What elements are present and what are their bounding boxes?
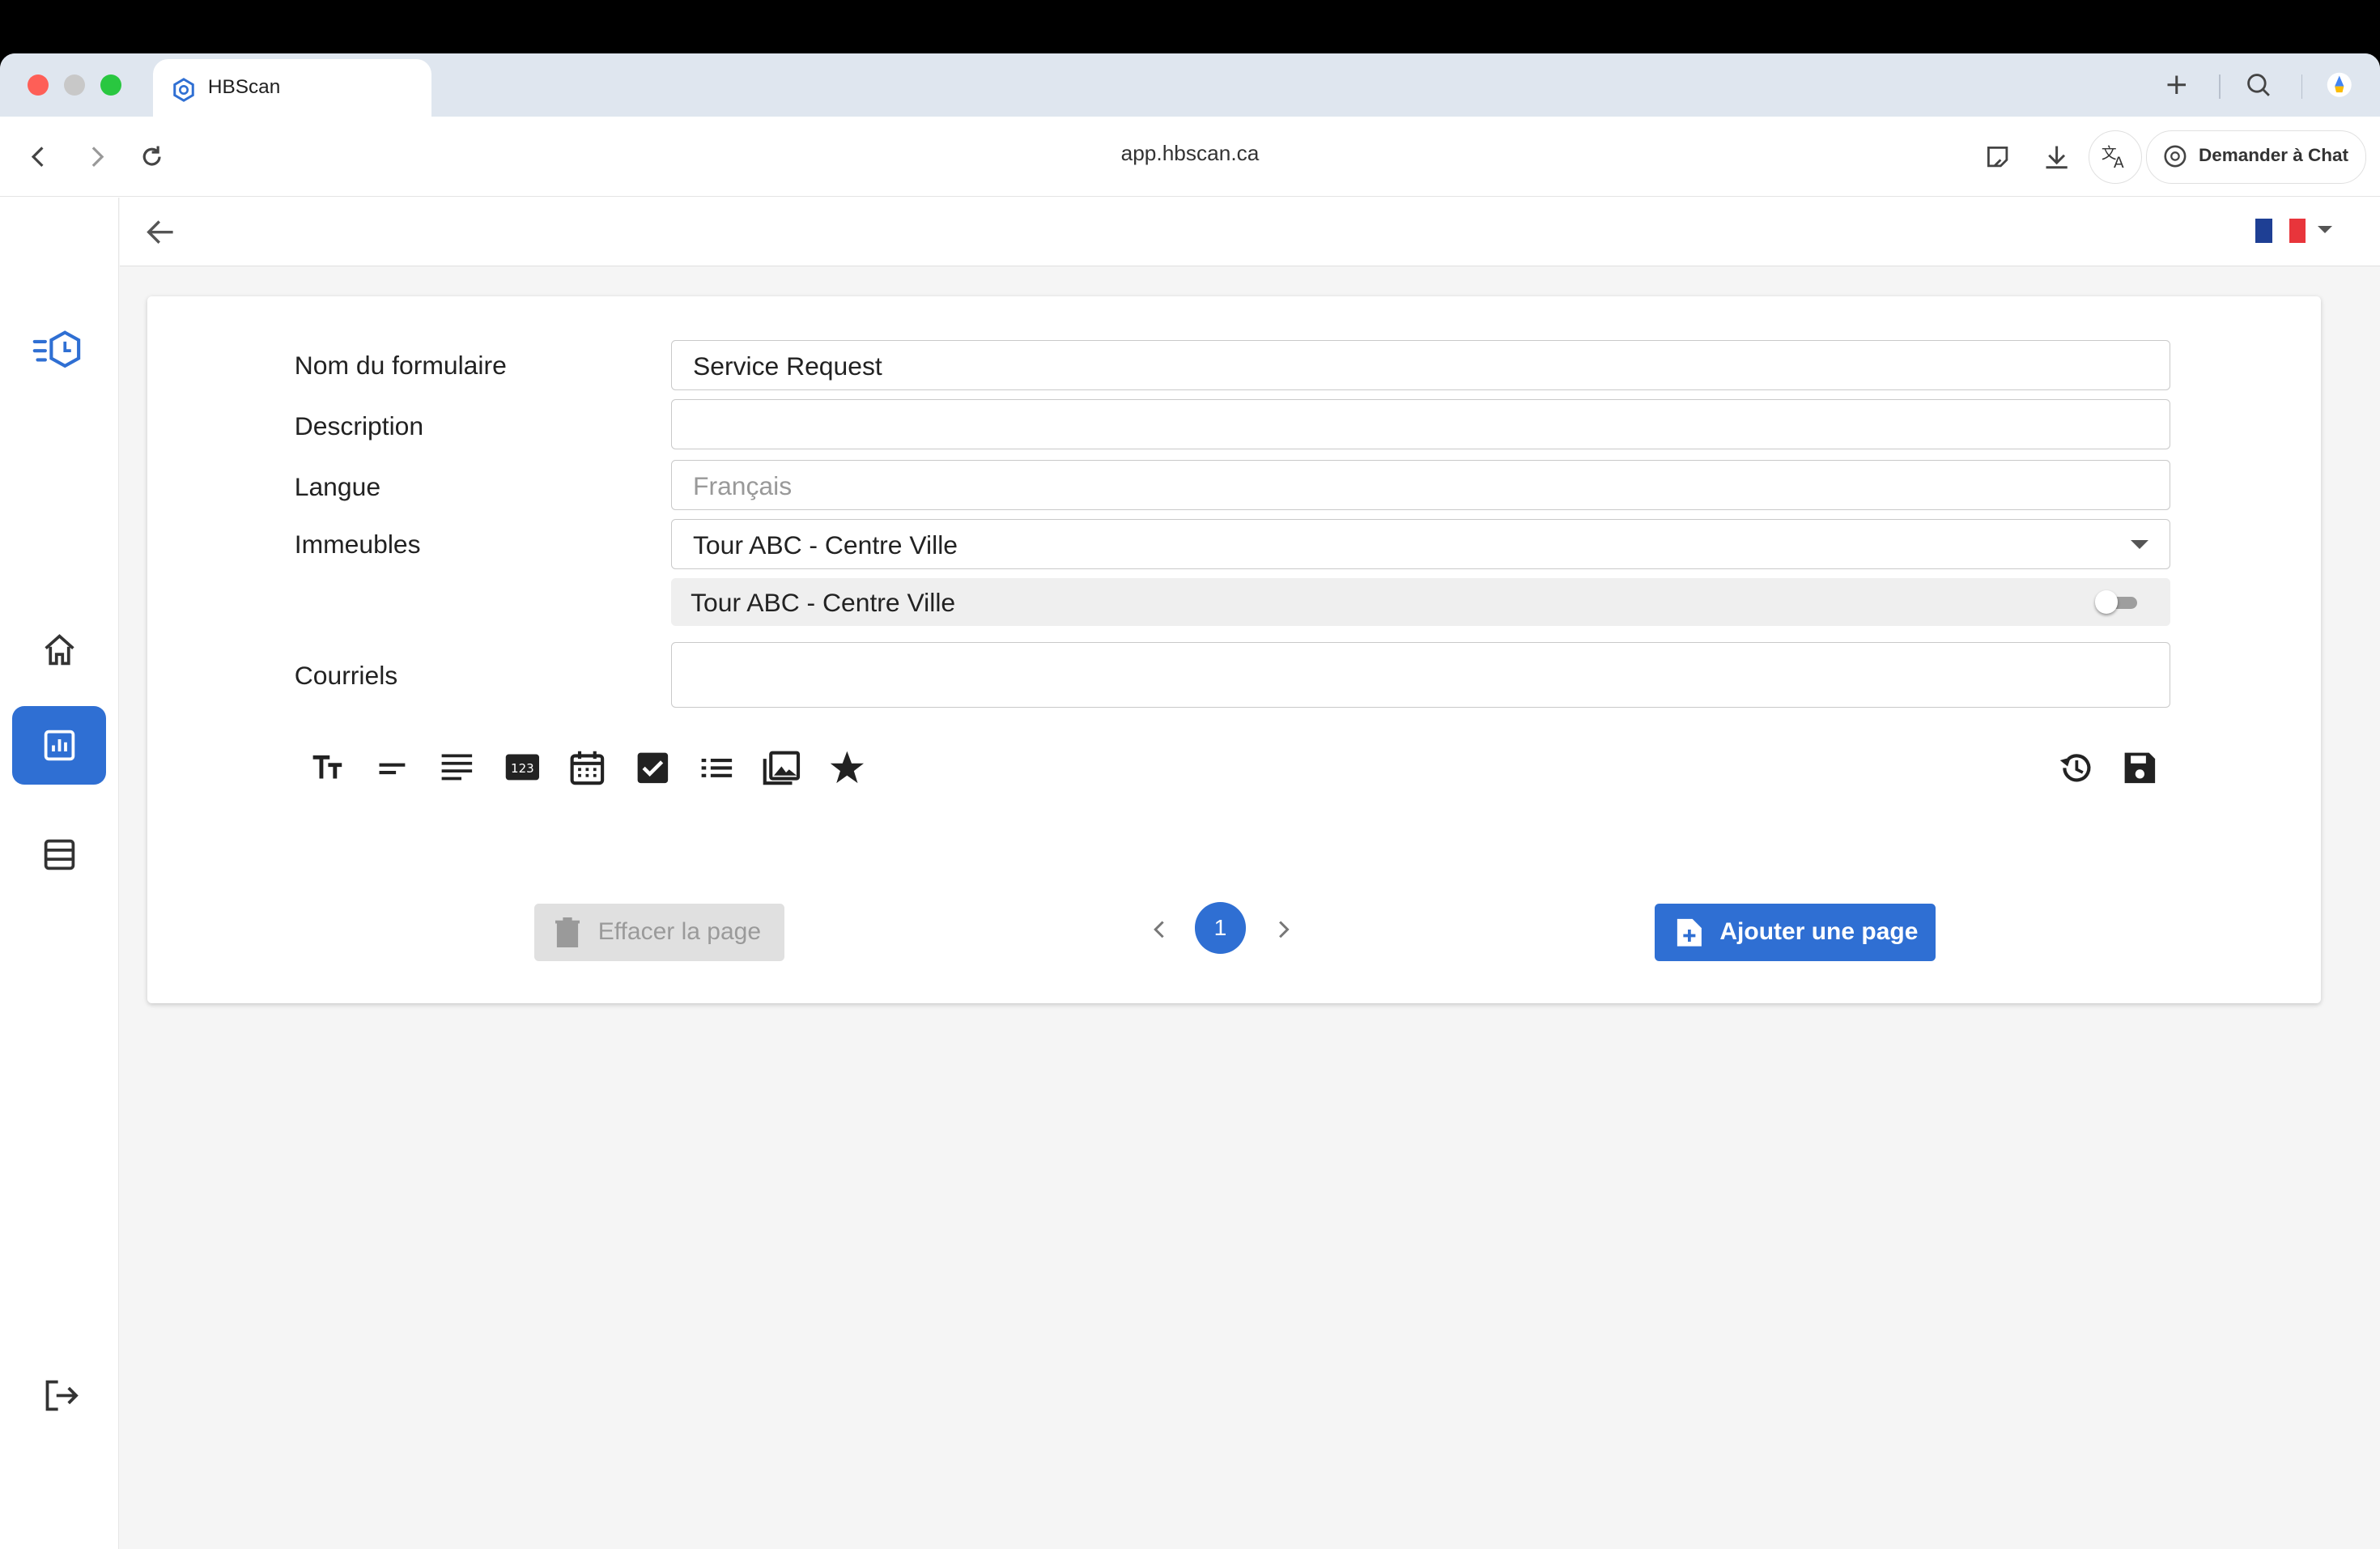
browser-tab[interactable]: HBScan: [153, 59, 431, 117]
browser-toolbar: app.hbscan.ca 文 A Demander à Chat: [0, 117, 2380, 197]
tab-strip-divider: [2301, 74, 2303, 99]
language-selector[interactable]: [2255, 219, 2307, 243]
ask-chat-button[interactable]: Demander à Chat: [2146, 130, 2367, 184]
description-input[interactable]: [670, 399, 2171, 449]
list-tool[interactable]: [697, 748, 737, 788]
buildings-select-value: Tour ABC - Centre Ville: [693, 530, 958, 560]
new-tab-icon[interactable]: [2161, 70, 2192, 100]
previous-page-icon[interactable]: [1146, 916, 1174, 943]
checkbox-icon: [637, 753, 668, 784]
add-file-icon: [1677, 918, 1702, 947]
language-input[interactable]: Français: [670, 460, 2171, 510]
logout-icon: [45, 1380, 79, 1411]
short-text-icon: [379, 763, 406, 775]
minimize-window-button[interactable]: [63, 74, 85, 96]
form-name-input[interactable]: Service Request: [670, 340, 2171, 390]
search-tabs-icon[interactable]: [2243, 70, 2274, 100]
buildings-select[interactable]: Tour ABC - Centre Ville: [670, 519, 2171, 570]
home-icon: [45, 634, 74, 666]
app-logo[interactable]: [12, 311, 106, 390]
emails-input[interactable]: [670, 642, 2171, 708]
number-tool[interactable]: 123: [503, 748, 542, 788]
text-size-tool[interactable]: [308, 748, 348, 788]
form-editor-card: Nom du formulaire Service Request Descri…: [147, 296, 2321, 1004]
tab-strip-divider: [2219, 74, 2221, 99]
reload-icon[interactable]: [135, 140, 168, 173]
forward-icon[interactable]: [79, 140, 113, 173]
browser-window: HBScan app.hbscan.ca 文 A Demander à Chat…: [0, 53, 2380, 1549]
tab-title: HBScan: [207, 75, 281, 98]
list-icon: [701, 759, 732, 778]
save-button[interactable]: [2120, 748, 2160, 788]
app-header: [120, 197, 2380, 267]
chat-logo-icon: [2164, 145, 2187, 168]
star-icon: [830, 751, 864, 784]
date-tool[interactable]: [567, 748, 607, 788]
rating-tool[interactable]: [827, 748, 867, 788]
description-label: Description: [294, 411, 424, 441]
sidebar: [0, 197, 120, 1549]
clock-logo-icon: [33, 330, 81, 368]
profile-icon[interactable]: [2324, 70, 2355, 100]
close-window-button[interactable]: [27, 74, 49, 96]
long-text-tool[interactable]: [437, 748, 477, 788]
chevron-down-icon[interactable]: [2318, 226, 2333, 234]
building-option-label: Tour ABC - Centre Ville: [691, 587, 956, 617]
calendar-icon: [570, 751, 605, 785]
number-icon: 123: [505, 754, 539, 781]
save-icon: [2125, 753, 2156, 784]
clear-page-label: Effacer la page: [597, 918, 762, 946]
sidebar-item-home[interactable]: [12, 611, 106, 690]
address-bar[interactable]: app.hbscan.ca: [911, 141, 1469, 166]
building-toggle[interactable]: [2094, 590, 2144, 614]
add-page-label: Ajouter une page: [1719, 918, 1919, 946]
next-page-icon[interactable]: [1269, 916, 1297, 943]
text-size-icon: [312, 755, 342, 779]
hbscan-favicon-icon: [173, 77, 194, 102]
maximize-window-button[interactable]: [100, 74, 121, 96]
translate-icon: 文 A: [2102, 145, 2124, 172]
back-icon[interactable]: [23, 140, 56, 173]
bar-chart-icon: [44, 730, 74, 761]
image-icon: [763, 751, 801, 785]
short-text-tool[interactable]: [373, 748, 413, 788]
tab-strip: HBScan: [0, 53, 2380, 117]
sidebar-item-list[interactable]: [12, 815, 106, 895]
back-arrow-icon[interactable]: [144, 215, 177, 249]
reading-mode-icon[interactable]: [1981, 140, 2014, 173]
history-icon: [2059, 754, 2091, 782]
sidebar-item-reports[interactable]: [12, 705, 107, 785]
long-text-icon: [441, 754, 473, 781]
download-icon[interactable]: [2040, 140, 2073, 173]
emails-label: Courriels: [294, 660, 398, 690]
dropdown-arrow-icon: [2131, 539, 2148, 549]
svg-text:123: 123: [511, 761, 534, 776]
buildings-label: Immeubles: [294, 530, 421, 560]
list-view-icon: [44, 839, 74, 870]
translate-button[interactable]: 文 A: [2089, 130, 2142, 184]
screen-top-bar: [0, 0, 2380, 53]
clear-page-button[interactable]: Effacer la page: [534, 903, 785, 961]
fr-flag-icon: [2255, 219, 2272, 243]
checkbox-tool[interactable]: [633, 748, 673, 788]
image-tool[interactable]: [762, 748, 801, 788]
trash-icon: [555, 917, 580, 947]
ask-chat-label: Demander à Chat: [2199, 145, 2349, 166]
form-name-label: Nom du formulaire: [294, 351, 507, 381]
history-button[interactable]: [2057, 748, 2097, 788]
page-viewport: Nom du formulaire Service Request Descri…: [0, 197, 2380, 1549]
language-label: Langue: [294, 472, 381, 502]
logout-button[interactable]: [12, 1355, 106, 1435]
add-page-button[interactable]: Ajouter une page: [1654, 903, 1936, 961]
current-page-button[interactable]: 1: [1194, 901, 1247, 954]
building-option-row: Tour ABC - Centre Ville: [670, 578, 2171, 626]
svg-text:A: A: [2114, 155, 2124, 172]
